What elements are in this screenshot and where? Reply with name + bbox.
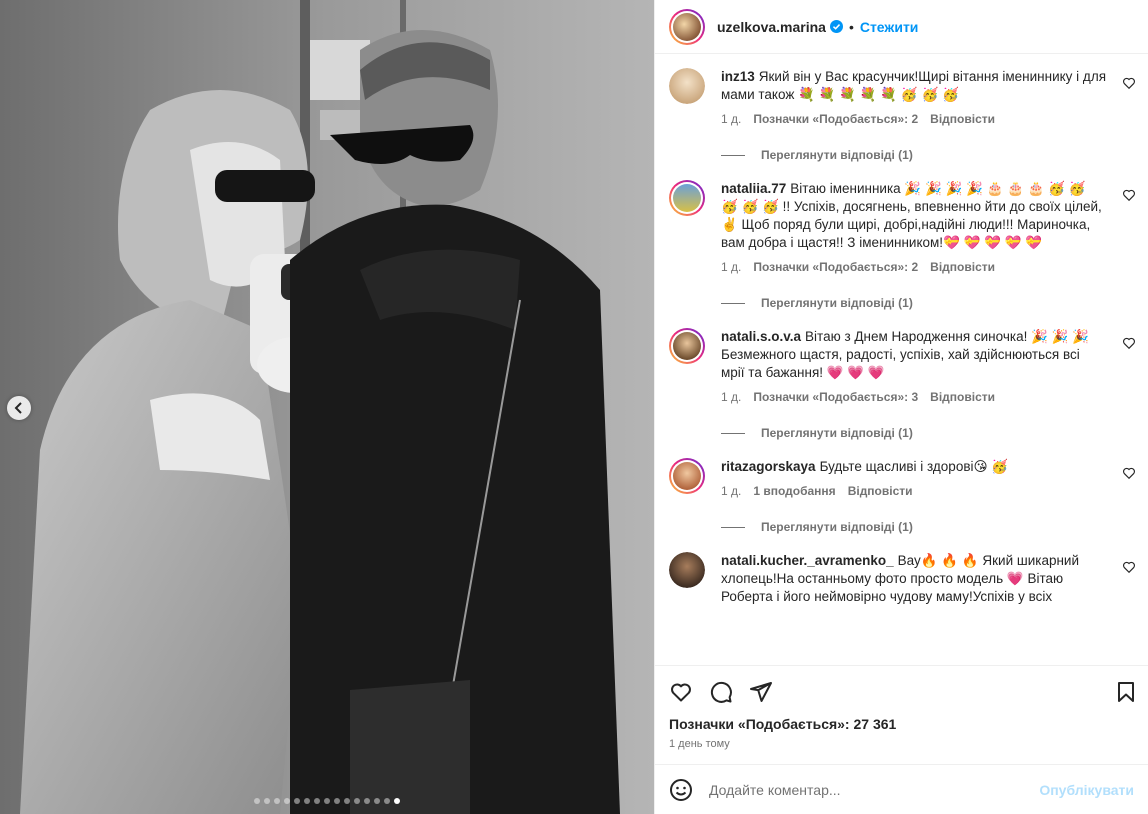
reply-button[interactable]: Відповісти — [930, 260, 995, 274]
carousel-dot — [394, 798, 400, 804]
comment-like-icon[interactable] — [1122, 188, 1136, 202]
share-icon[interactable] — [749, 680, 773, 704]
carousel-dot — [324, 798, 330, 804]
commenter-avatar[interactable] — [669, 458, 705, 494]
comment-text: Який він у Вас красунчик!Щирі вітання ім… — [721, 69, 1107, 102]
comments-list[interactable]: inz13 Який він у Вас красунчик!Щирі вітан… — [655, 54, 1148, 665]
carousel-dot — [344, 798, 350, 804]
comment-time[interactable]: 1 д. — [721, 260, 741, 274]
comment: natali.s.o.v.a Вітаю з Днем Народження си… — [655, 328, 1148, 404]
comment-like-icon[interactable] — [1122, 336, 1136, 350]
carousel-dots — [0, 798, 654, 804]
commenter-avatar[interactable] — [669, 180, 705, 216]
carousel-dot — [284, 798, 290, 804]
commenter-avatar[interactable] — [669, 68, 705, 104]
comment: inz13 Який він у Вас красунчик!Щирі вітан… — [655, 68, 1148, 126]
heart-icon[interactable] — [669, 680, 693, 704]
post-actions: Позначки «Подобається»: 27 361 1 день то… — [655, 665, 1148, 764]
view-replies-button[interactable]: Переглянути відповіді (1) — [721, 148, 1148, 162]
follow-button[interactable]: Стежити — [860, 19, 919, 35]
comment-icon[interactable] — [709, 680, 733, 704]
comment-like-icon[interactable] — [1122, 466, 1136, 480]
comment-text: Будьте щасливі і здорові😘 🥳 — [819, 459, 1009, 474]
comment: natali.kucher._avramenko_ Вау🔥 🔥 🔥 Який ш… — [655, 552, 1148, 606]
carousel-dot — [264, 798, 270, 804]
post-photo — [0, 0, 654, 814]
carousel-dot — [374, 798, 380, 804]
carousel-dot — [314, 798, 320, 804]
comment-username[interactable]: natali.s.o.v.a — [721, 329, 801, 344]
view-replies-button[interactable]: Переглянути відповіді (1) — [721, 296, 1148, 310]
comment-likes[interactable]: Позначки «Подобається»: 3 — [753, 390, 918, 404]
verified-badge-icon — [829, 20, 843, 33]
comment-username[interactable]: natali.kucher._avramenko_ — [721, 553, 894, 568]
comment-likes[interactable]: 1 вподобання — [753, 484, 835, 498]
commenter-avatar[interactable] — [669, 552, 705, 588]
comment-input[interactable] — [709, 781, 1040, 798]
comment-time[interactable]: 1 д. — [721, 390, 741, 404]
post-header: uzelkova.marina • Стежити — [655, 0, 1148, 54]
post-date[interactable]: 1 день тому — [669, 738, 1138, 750]
author-avatar[interactable] — [669, 8, 705, 45]
emoji-icon[interactable] — [669, 778, 693, 802]
chevron-left-icon — [14, 402, 22, 414]
carousel-dot — [334, 798, 340, 804]
add-comment-bar: Опублікувати — [655, 764, 1148, 814]
carousel-dot — [274, 798, 280, 804]
comment-likes[interactable]: Позначки «Подобається»: 2 — [753, 260, 918, 274]
reply-button[interactable]: Відповісти — [930, 390, 995, 404]
post-media[interactable] — [0, 0, 654, 814]
bookmark-icon[interactable] — [1114, 680, 1138, 704]
carousel-dot — [294, 798, 300, 804]
publish-button[interactable]: Опублікувати — [1039, 782, 1134, 798]
carousel-dot — [304, 798, 310, 804]
reply-button[interactable]: Відповісти — [848, 484, 913, 498]
comment-username[interactable]: ritazagorskaya — [721, 459, 816, 474]
comment-time[interactable]: 1 д. — [721, 484, 741, 498]
carousel-dot — [364, 798, 370, 804]
header-separator: • — [848, 18, 854, 35]
likes-count[interactable]: Позначки «Подобається»: 27 361 — [669, 716, 1138, 732]
comment-like-icon[interactable] — [1122, 76, 1136, 90]
comment-username[interactable]: inz13 — [721, 69, 755, 84]
reply-button[interactable]: Відповісти — [930, 112, 995, 126]
view-replies-button[interactable]: Переглянути відповіді (1) — [721, 426, 1148, 440]
carousel-dot — [354, 798, 360, 804]
carousel-dot — [254, 798, 260, 804]
comment-like-icon[interactable] — [1122, 560, 1136, 574]
comment: ritazagorskaya Будьте щасливі і здорові😘 … — [655, 458, 1148, 498]
comment-username[interactable]: nataliia.77 — [721, 181, 786, 196]
author-username[interactable]: uzelkova.marina — [717, 19, 826, 35]
comment-likes[interactable]: Позначки «Подобається»: 2 — [753, 112, 918, 126]
commenter-avatar[interactable] — [669, 328, 705, 364]
carousel-dot — [384, 798, 390, 804]
comment-time[interactable]: 1 д. — [721, 112, 741, 126]
carousel-prev-button[interactable] — [7, 396, 31, 420]
view-replies-button[interactable]: Переглянути відповіді (1) — [721, 520, 1148, 534]
comment: nataliia.77 Вітаю іменинника 🎉 🎉 🎉 🎉 🎂 🎂 … — [655, 180, 1148, 274]
post-panel: uzelkova.marina • Стежити inz13 Який він … — [654, 0, 1148, 814]
